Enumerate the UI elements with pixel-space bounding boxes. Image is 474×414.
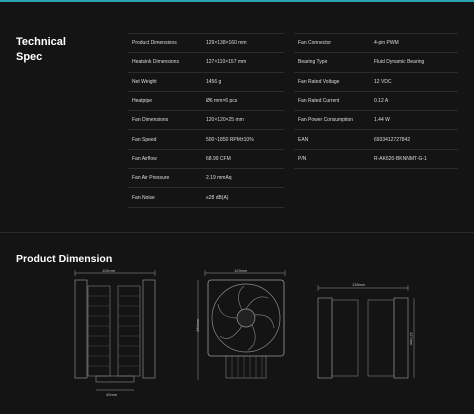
side-fin-stack-right [117, 285, 141, 377]
section-divider [0, 232, 474, 233]
spec-label: P/N [294, 149, 374, 170]
spec-label: Fan Rated Current [294, 91, 374, 112]
spec-value: 127×110×157 mm [206, 52, 284, 73]
side-fan-right [142, 279, 156, 379]
product-dimension-heading: Product Dimension [16, 253, 113, 265]
spec-value: 0.12 A [374, 91, 458, 112]
spec-row: P/N R-AK620-BKNNMT-G-1 [294, 149, 458, 170]
spec-label: Fan Dimensions [128, 110, 206, 131]
spec-row: Fan Airflow 68.99 CFM [128, 149, 284, 170]
spec-row: EAN 6933412727842 [294, 129, 458, 150]
spec-row: Fan Air Pressure 2.19 mmAq [128, 168, 284, 189]
front-view-diagram: 129mm 160mm [190, 268, 300, 408]
side-base-label: 40mm [106, 392, 118, 397]
spec-row: Fan Rated Voltage 12 VDC [294, 72, 458, 92]
spec-value: 6933412727842 [374, 129, 458, 150]
spec-label: Fan Airflow [128, 149, 206, 170]
front-fan-hub [236, 308, 256, 328]
side-fan-left [74, 279, 88, 379]
spec-label: Net Weight [128, 72, 206, 92]
spec-value: 129×138×160 mm [206, 32, 284, 54]
spec-label: Fan Rated Voltage [294, 72, 374, 92]
spec-value: 500~1850 RPM±10% [206, 129, 284, 150]
spec-value: 4-pin PWM [374, 32, 458, 54]
side-fin-stack-left [87, 285, 111, 377]
top-fin-stack-right [367, 299, 395, 377]
spec-label: Fan Speed [128, 129, 206, 150]
top-fan-right [393, 297, 409, 379]
technical-spec-heading: Technical Spec [16, 35, 96, 65]
spec-value: 120×120×25 mm [206, 110, 284, 131]
top-fan-left [317, 297, 333, 379]
top-width-label: 138mm [352, 282, 366, 287]
spec-value: 1.44 W [374, 110, 458, 131]
spec-row: Bearing Type Fluid Dynamic Bearing [294, 52, 458, 73]
spec-value: Ø6 mm×6 pcs [206, 91, 284, 112]
spec-row: Heatpipe Ø6 mm×6 pcs [128, 91, 284, 112]
spec-row: Fan Speed 500~1850 RPM±10% [128, 129, 284, 150]
top-depth-label: 127mm [409, 332, 414, 346]
spec-value: 12 VDC [374, 72, 458, 92]
spec-label: Fan Air Pressure [128, 168, 206, 189]
spec-value: 1456 g [206, 72, 284, 92]
spec-label: EAN [294, 129, 374, 150]
spec-label: Product Dimensions [128, 32, 206, 54]
side-base-plate [95, 375, 135, 383]
spec-value: R-AK620-BKNNMT-G-1 [374, 149, 458, 170]
technical-spec-heading-line2: Spec [16, 51, 43, 63]
top-fin-stack-left [331, 299, 359, 377]
spec-value: 68.99 CFM [206, 149, 284, 170]
top-view-diagram: 138mm 127mm [310, 280, 420, 400]
spec-row: Heatsink Dimensions 127×110×157 mm [128, 52, 284, 73]
spec-table-left: Product Dimensions 129×138×160 mm Heatsink… [128, 32, 284, 208]
spec-value: Fluid Dynamic Bearing [374, 52, 458, 73]
spec-value: 2.19 mmAq [206, 168, 284, 189]
spec-row: Fan Rated Current 0.12 A [294, 91, 458, 112]
technical-spec-heading-line1: Technical [16, 36, 66, 48]
front-width-label: 129mm [234, 268, 248, 273]
front-height-label: 160mm [195, 318, 200, 332]
spec-value: ≤28 dB(A) [206, 187, 284, 208]
spec-table-right: Fan Connector 4-pin PWM Bearing Type Fluid … [294, 32, 458, 170]
spec-row: Product Dimensions 129×138×160 mm [128, 32, 284, 54]
spec-label: Fan Connector [294, 32, 374, 54]
top-accent-line [0, 0, 474, 2]
spec-row: Fan Noise ≤28 dB(A) [128, 187, 284, 208]
spec-label: Fan Noise [128, 187, 206, 208]
side-view-diagram: 110mm 40mm [60, 268, 170, 408]
spec-label: Heatpipe [128, 91, 206, 112]
spec-label: Bearing Type [294, 52, 374, 73]
spec-label: Heatsink Dimensions [128, 52, 206, 73]
side-width-label: 110mm [102, 268, 116, 273]
spec-row: Net Weight 1456 g [128, 72, 284, 92]
spec-row: Fan Connector 4-pin PWM [294, 32, 458, 54]
spec-label: Fan Power Consumption [294, 110, 374, 131]
spec-row: Fan Power Consumption 1.44 W [294, 110, 458, 131]
spec-row: Fan Dimensions 120×120×25 mm [128, 110, 284, 131]
